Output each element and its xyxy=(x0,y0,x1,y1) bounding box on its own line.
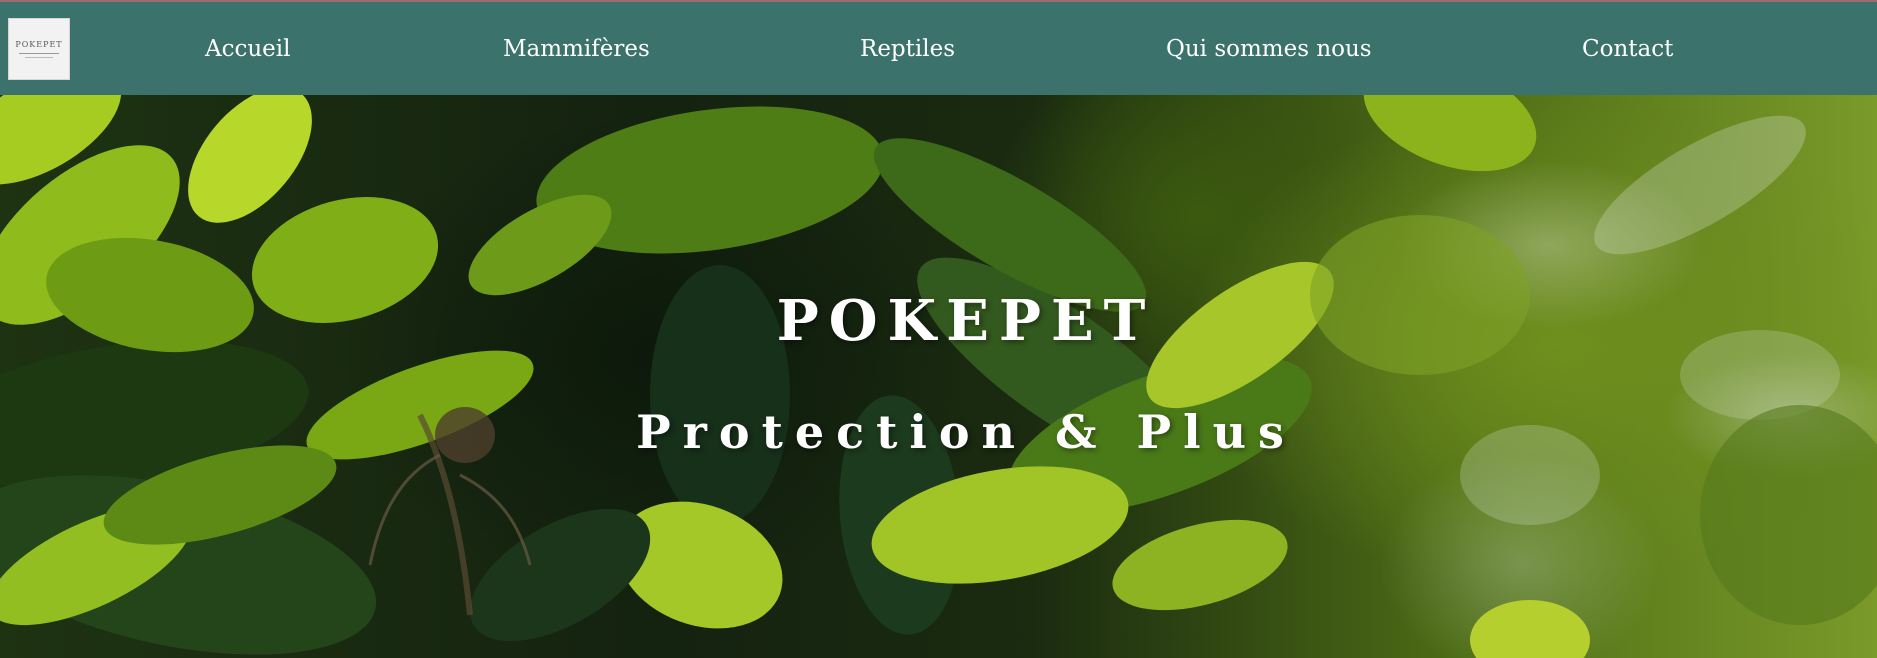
logo-divider xyxy=(25,56,53,58)
nav-link-accueil[interactable]: Accueil xyxy=(205,35,291,63)
nav-link-mammiferes[interactable]: Mammifères xyxy=(503,35,650,63)
hero-banner: POKEPET Protection & Plus xyxy=(0,95,1877,658)
site-logo[interactable]: POKEPET xyxy=(8,18,70,80)
nav-link-contact[interactable]: Contact xyxy=(1582,35,1673,63)
hero-subtitle: Protection & Plus xyxy=(636,405,1296,459)
page: POKEPET Accueil Mammifères Reptiles Qui … xyxy=(0,0,1877,658)
logo-text: POKEPET xyxy=(15,39,63,49)
logo-divider xyxy=(19,52,59,54)
nav-link-qui-sommes-nous[interactable]: Qui sommes nous xyxy=(1166,35,1372,63)
hero-title: POKEPET xyxy=(776,288,1156,354)
nav-link-reptiles[interactable]: Reptiles xyxy=(860,35,955,63)
top-navigation-bar: POKEPET Accueil Mammifères Reptiles Qui … xyxy=(0,0,1877,95)
hero-background-leaves-image xyxy=(0,95,1877,658)
